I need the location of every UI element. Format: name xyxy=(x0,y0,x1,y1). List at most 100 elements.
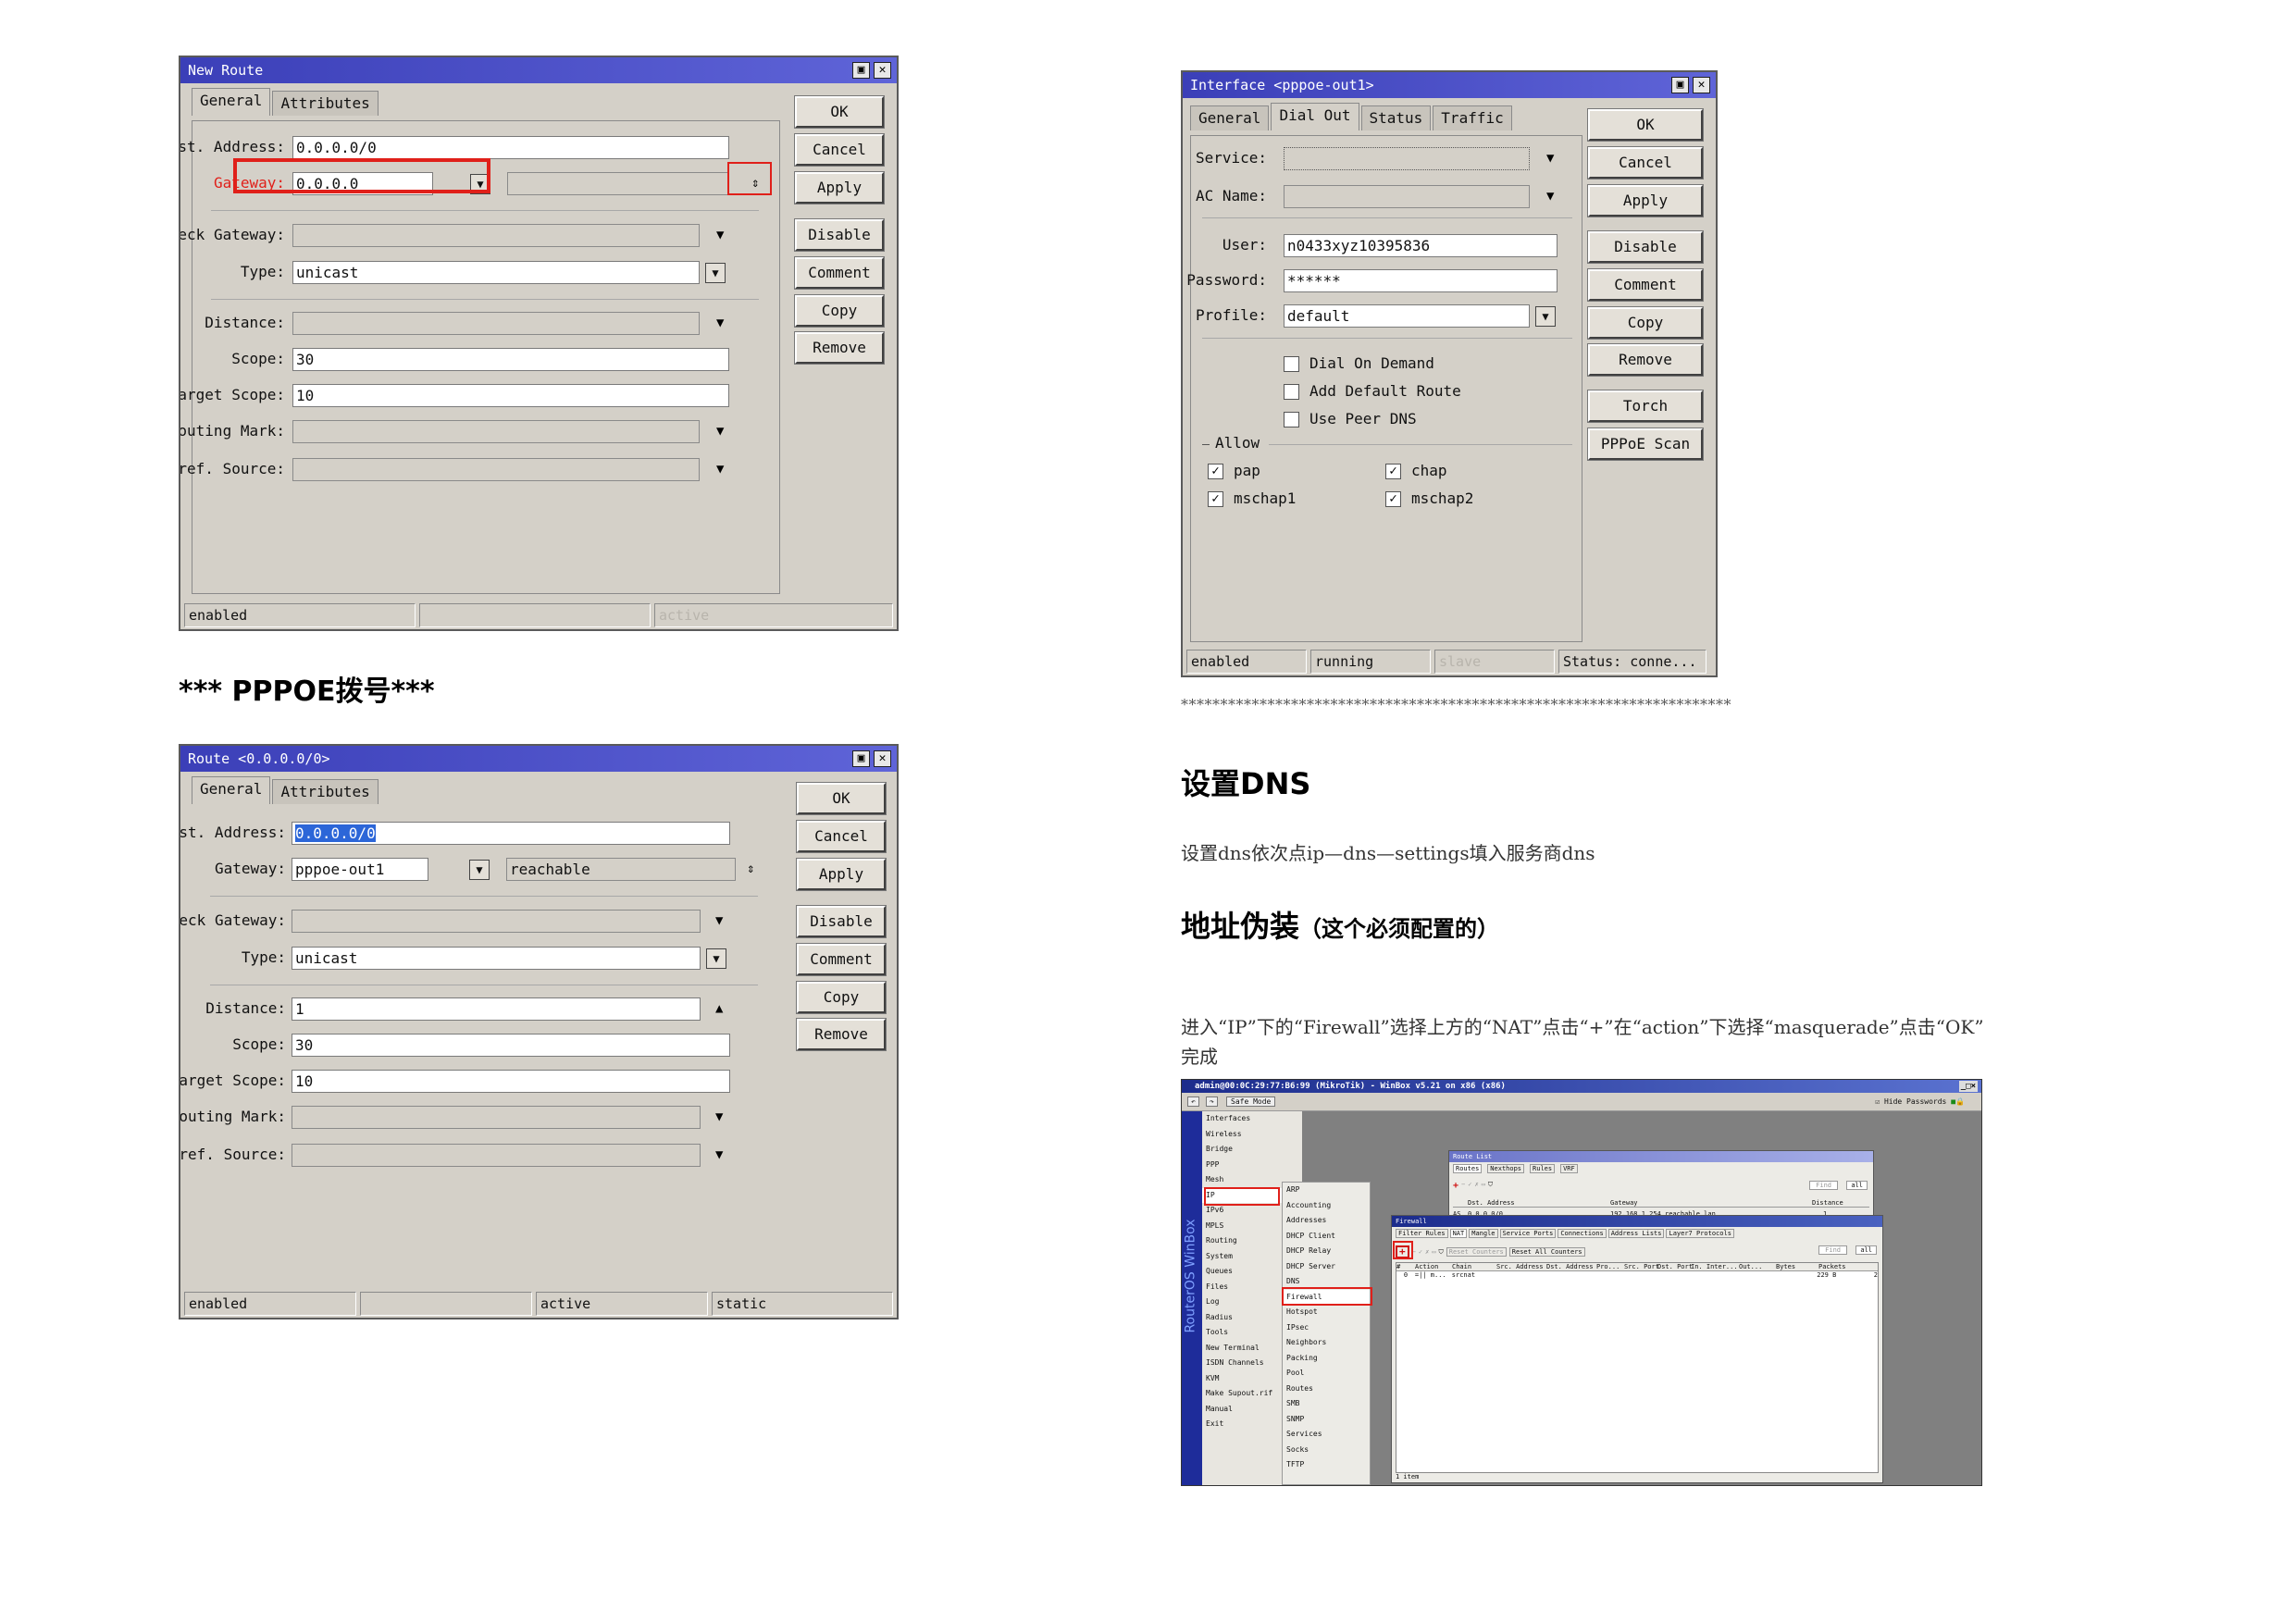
column-number[interactable]: # xyxy=(1396,1263,1415,1270)
submenu-item[interactable]: Packing xyxy=(1283,1351,1370,1367)
tab-dial-out[interactable]: Dial Out xyxy=(1271,103,1359,130)
dst-address-input[interactable]: 0.0.0.0/0 xyxy=(292,822,730,845)
submenu-item[interactable]: DHCP Server xyxy=(1283,1259,1370,1275)
tab-status[interactable]: Status xyxy=(1360,105,1432,130)
chevron-down-icon[interactable]: ▼ xyxy=(715,910,723,933)
service-select[interactable] xyxy=(1284,147,1530,170)
tab-attributes[interactable]: Attributes xyxy=(272,91,379,116)
pref-source-select[interactable] xyxy=(292,458,700,481)
gateway-secondary-input[interactable] xyxy=(507,172,729,195)
firewall-filter[interactable]: all xyxy=(1855,1245,1877,1255)
pppoe-scan-button[interactable]: PPPoE Scan xyxy=(1587,427,1704,461)
menu-item[interactable]: Wireless xyxy=(1202,1127,1302,1143)
submenu-item[interactable]: TFTP xyxy=(1283,1457,1370,1473)
comment-icon[interactable]: ▭ xyxy=(1482,1181,1485,1191)
cancel-button[interactable]: Cancel xyxy=(794,133,885,167)
chevron-down-icon[interactable]: ▼ xyxy=(716,458,724,481)
password-input[interactable]: ****** xyxy=(1284,269,1558,292)
column-packets[interactable]: Packets xyxy=(1818,1263,1855,1270)
tab-general[interactable]: General xyxy=(192,776,271,804)
disable-icon[interactable]: ✗ xyxy=(1425,1248,1429,1256)
tab-nexthops[interactable]: Nexthops xyxy=(1487,1164,1525,1173)
column-dst-address[interactable]: Dst. Address xyxy=(1453,1199,1610,1207)
firewall-find[interactable]: Find xyxy=(1818,1245,1847,1255)
chevron-down-icon[interactable]: ▼ xyxy=(716,312,724,335)
copy-button[interactable]: Copy xyxy=(796,981,887,1014)
menu-item[interactable]: PPP xyxy=(1202,1158,1302,1173)
copy-button[interactable]: Copy xyxy=(1587,306,1704,340)
column-out[interactable]: Out... xyxy=(1739,1263,1776,1270)
torch-button[interactable]: Torch xyxy=(1587,390,1704,423)
tab-address-lists[interactable]: Address Lists xyxy=(1607,1229,1665,1238)
tab-vrf[interactable]: VRF xyxy=(1560,1164,1578,1173)
remove-button[interactable]: Remove xyxy=(796,1018,887,1051)
disable-icon[interactable]: ✗ xyxy=(1474,1181,1478,1191)
column-src-port[interactable]: Src. Port xyxy=(1624,1263,1659,1270)
tab-filter-rules[interactable]: Filter Rules xyxy=(1396,1229,1448,1238)
submenu-item[interactable]: Hotspot xyxy=(1283,1305,1370,1320)
reset-counters-button[interactable]: Reset Counters xyxy=(1446,1247,1507,1257)
column-protocol[interactable]: Pro... xyxy=(1596,1263,1624,1270)
chevron-down-icon[interactable]: ▼ xyxy=(716,224,724,247)
submenu-item[interactable]: Socks xyxy=(1283,1443,1370,1458)
cancel-button[interactable]: Cancel xyxy=(1587,146,1704,180)
column-bytes[interactable]: Bytes xyxy=(1776,1263,1818,1270)
pref-source-select[interactable] xyxy=(292,1144,701,1167)
distance-input[interactable]: 1 xyxy=(292,997,701,1021)
undo-icon[interactable]: ↶ xyxy=(1187,1096,1199,1107)
submenu-item[interactable]: DHCP Client xyxy=(1283,1229,1370,1245)
enable-icon[interactable]: ✓ xyxy=(1419,1248,1422,1256)
tab-mangle[interactable]: Mangle xyxy=(1469,1229,1498,1238)
chevron-down-icon[interactable]: ▼ xyxy=(716,420,724,443)
mschap1-checkbox[interactable]: ✓ xyxy=(1208,491,1223,507)
menu-item[interactable]: Bridge xyxy=(1202,1142,1302,1158)
check-gateway-select[interactable] xyxy=(292,910,701,933)
ok-button[interactable]: OK xyxy=(796,782,887,815)
mschap2-checkbox[interactable]: ✓ xyxy=(1385,491,1401,507)
submenu-item[interactable]: ARP xyxy=(1283,1183,1370,1198)
column-distance[interactable]: Distance xyxy=(1812,1199,1843,1207)
type-dropdown-icon[interactable]: ▼ xyxy=(705,263,726,283)
table-row[interactable]: 0 =|| m... srcnat 229 B 2 xyxy=(1396,1271,1878,1279)
filter-icon[interactable]: ⛉ xyxy=(1439,1248,1444,1257)
disable-button[interactable]: Disable xyxy=(794,218,885,252)
close-icon[interactable]: ✕ xyxy=(1693,77,1710,93)
chevron-down-icon[interactable]: ▼ xyxy=(1546,185,1554,208)
submenu-item[interactable]: IPsec xyxy=(1283,1320,1370,1336)
column-src-address[interactable]: Src. Address xyxy=(1496,1263,1546,1270)
apply-button[interactable]: Apply xyxy=(1587,184,1704,217)
scope-input[interactable]: 30 xyxy=(292,1034,730,1057)
close-icon[interactable]: ✕ xyxy=(874,750,891,767)
ac-name-select[interactable] xyxy=(1284,185,1530,208)
redo-icon[interactable]: ↷ xyxy=(1206,1096,1218,1107)
submenu-item[interactable]: Routes xyxy=(1283,1381,1370,1397)
scope-input[interactable]: 30 xyxy=(292,348,729,371)
reset-all-counters-button[interactable]: Reset All Counters xyxy=(1508,1247,1585,1257)
column-action[interactable]: Action xyxy=(1415,1263,1452,1270)
copy-button[interactable]: Copy xyxy=(794,294,885,328)
comment-icon[interactable]: ▭ xyxy=(1432,1248,1435,1256)
column-dst-port[interactable]: Dst. Port xyxy=(1657,1263,1693,1270)
maximize-icon[interactable]: ▣ xyxy=(852,62,870,79)
type-dropdown-icon[interactable]: ▼ xyxy=(706,948,726,969)
chevron-down-icon[interactable]: ▼ xyxy=(715,1144,723,1167)
filter-icon[interactable]: ⛉ xyxy=(1488,1181,1493,1191)
disable-button[interactable]: Disable xyxy=(1587,230,1704,264)
type-select[interactable]: unicast xyxy=(292,947,701,970)
check-gateway-select[interactable] xyxy=(292,224,700,247)
routing-mark-select[interactable] xyxy=(292,1106,701,1129)
tab-connections[interactable]: Connections xyxy=(1558,1229,1607,1238)
tab-layer7-protocols[interactable]: Layer7 Protocols xyxy=(1666,1229,1734,1238)
menu-item[interactable]: Interfaces xyxy=(1202,1111,1302,1127)
tab-nat[interactable]: NAT xyxy=(1449,1229,1468,1238)
submenu-item[interactable]: Services xyxy=(1283,1427,1370,1443)
ok-button[interactable]: OK xyxy=(794,95,885,129)
tab-traffic[interactable]: Traffic xyxy=(1433,105,1512,130)
submenu-item[interactable]: Pool xyxy=(1283,1366,1370,1381)
gateway-input[interactable]: pppoe-out1 xyxy=(292,858,428,881)
distance-input[interactable] xyxy=(292,312,700,335)
submenu-item[interactable]: DHCP Relay xyxy=(1283,1244,1370,1259)
dial-on-demand-checkbox[interactable] xyxy=(1284,356,1299,372)
enable-icon[interactable]: ✓ xyxy=(1468,1181,1471,1191)
add-default-route-checkbox[interactable] xyxy=(1284,384,1299,400)
